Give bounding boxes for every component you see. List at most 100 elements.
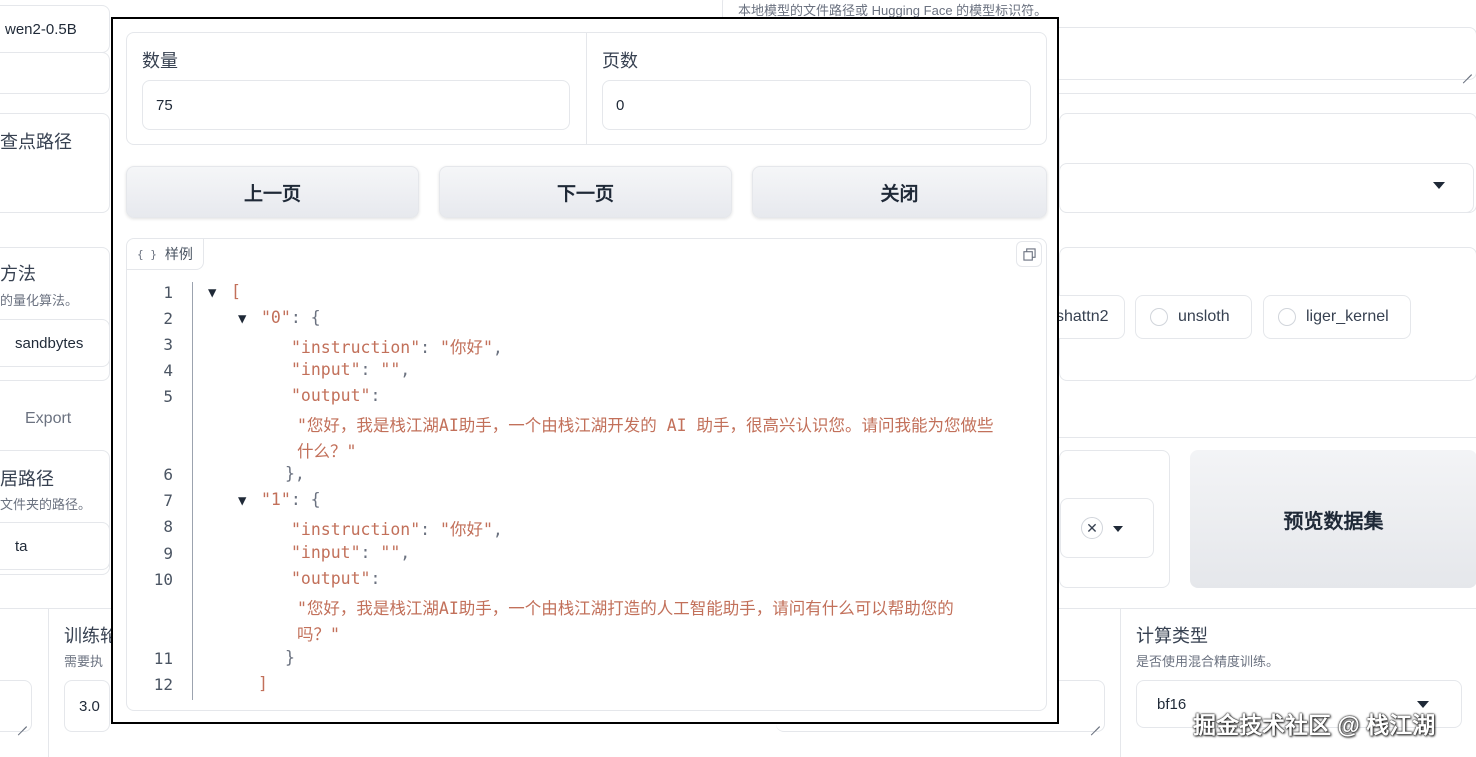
chevron-down-icon[interactable] — [1113, 526, 1123, 532]
json-line: "您好，我是栈江湖AI助手，一个由栈江湖开发的 AI 助手，很高兴认识您。请问我… — [297, 412, 994, 436]
prev-page-button[interactable]: 上一页 — [126, 166, 419, 218]
col-divider — [48, 608, 49, 757]
json-line: "input": "", — [291, 543, 410, 562]
radio-circle-icon — [1150, 308, 1168, 326]
page-value: 0 — [616, 96, 625, 114]
model-name-value: wen2-0.5B — [5, 20, 77, 38]
pagination-panel: 数量 75 页数 0 — [126, 32, 1047, 145]
tab-export[interactable]: Export — [25, 410, 71, 428]
json-token: "output" — [291, 569, 371, 588]
json-token: "instruction" — [291, 338, 421, 357]
json-token: "output" — [291, 386, 371, 405]
close-button[interactable]: 关闭 — [752, 166, 1047, 218]
line-number: 12 — [153, 675, 173, 694]
line-number: 7 — [163, 491, 173, 510]
json-line: } — [285, 648, 295, 667]
resize-handle-icon[interactable] — [1090, 717, 1100, 727]
count-cell: 数量 75 — [127, 33, 587, 144]
json-token: "0" — [261, 308, 291, 327]
json-token: , — [492, 520, 503, 539]
json-token: "你好" — [440, 338, 493, 357]
clear-icon[interactable]: ✕ — [1081, 517, 1103, 539]
braces-icon: { } — [137, 247, 157, 261]
epochs-input[interactable]: 3.0 — [64, 680, 110, 732]
json-token: ] — [258, 674, 268, 693]
json-token: , — [492, 338, 503, 357]
json-token: "input" — [291, 543, 361, 562]
json-token: "你好" — [440, 520, 493, 539]
json-line: }, — [285, 464, 305, 483]
json-token: "" — [380, 543, 401, 562]
line-number: 8 — [163, 517, 173, 536]
dataset-preview-modal: 数量 75 页数 0 上一页 下一页 关闭 { } 样例 1 ▼[2 ▼ "0": {… — [111, 17, 1059, 724]
dataset-dir-hint: 文件夹的路径。 — [0, 497, 92, 512]
copy-icon[interactable] — [1016, 241, 1042, 267]
page-label: 页数 — [602, 51, 638, 71]
json-token: : — [370, 386, 381, 405]
model-name-lower-box — [0, 52, 110, 94]
json-token: [ — [231, 282, 241, 301]
json-token: "1" — [261, 490, 291, 509]
json-line: "0": { — [261, 308, 321, 327]
dataset-dir-input[interactable]: ta — [0, 522, 110, 570]
page-number-field[interactable]: 0 — [602, 80, 1031, 130]
json-token: 什么？" — [297, 442, 357, 461]
bottom-left-textarea[interactable] — [0, 680, 32, 732]
collapse-toggle-icon[interactable]: ▼ — [238, 493, 246, 509]
json-line: [ — [231, 282, 241, 301]
quant-hint: 的量化算法。 — [0, 293, 79, 308]
json-token: : { — [290, 308, 321, 327]
checkpoint-dropdown[interactable] — [1059, 163, 1474, 213]
json-token: : — [360, 360, 381, 379]
collapse-toggle-icon[interactable]: ▼ — [208, 285, 216, 301]
json-token: , — [400, 543, 411, 562]
dataset-dir-label: 居路径 — [0, 469, 54, 489]
line-number: 5 — [163, 387, 173, 406]
quant-label: 方法 — [0, 264, 36, 284]
dataset-select[interactable]: ✕ — [1060, 498, 1154, 558]
json-token: 吗？" — [297, 625, 340, 644]
count-value: 75 — [156, 96, 173, 114]
json-line: "1": { — [261, 490, 321, 509]
page-cell: 页数 0 — [587, 33, 1046, 144]
radio-circle-icon — [1278, 308, 1296, 326]
model-name-field[interactable]: wen2-0.5B — [0, 5, 110, 53]
epochs-value: 3.0 — [79, 697, 100, 715]
json-line: ] — [258, 674, 268, 693]
json-token: "instruction" — [291, 520, 421, 539]
resize-handle-icon[interactable] — [17, 717, 27, 727]
compute-type-value: bf16 — [1157, 695, 1187, 713]
json-token: } — [285, 648, 295, 667]
epochs-label: 训练轮 — [64, 626, 118, 646]
next-page-button[interactable]: 下一页 — [439, 166, 732, 218]
line-number: 1 — [163, 283, 173, 302]
booster-radio-unsloth[interactable]: unsloth — [1135, 295, 1252, 339]
preview-dataset-button[interactable]: 预览数据集 — [1190, 450, 1476, 588]
booster-radio-liger-kernel[interactable]: liger_kernel — [1263, 295, 1411, 339]
count-field[interactable]: 75 — [142, 80, 570, 130]
quant-value: sandbytes — [15, 334, 84, 352]
line-number: 10 — [153, 570, 173, 589]
watermark: 掘金技术社区 @ 栈江湖 — [1193, 712, 1436, 738]
count-label: 数量 — [142, 51, 178, 71]
json-token: : — [420, 520, 441, 539]
json-token: }, — [285, 464, 305, 483]
collapse-toggle-icon[interactable]: ▼ — [238, 311, 246, 327]
chevron-down-icon[interactable] — [1433, 182, 1445, 189]
line-number: 6 — [163, 465, 173, 484]
json-token: "您好，我是栈江湖AI助手，一个由栈江湖开发的 AI 助手，很高兴认识您。请问我… — [297, 416, 994, 435]
json-line: 吗？" — [297, 621, 340, 645]
json-line: "instruction": "你好", — [291, 334, 503, 358]
quant-dropdown[interactable]: sandbytes — [0, 319, 110, 367]
json-token: "" — [380, 360, 401, 379]
json-line: "您好，我是栈江湖AI助手，一个由栈江湖打造的人工智能助手，请问有什么可以帮助您… — [297, 595, 954, 619]
json-token: "input" — [291, 360, 361, 379]
json-viewer: { } 样例 1 ▼[2 ▼ "0": {3 "instruction": "你好", 4… — [126, 238, 1047, 711]
dataset-dir-value: ta — [15, 537, 28, 555]
col-divider — [1120, 608, 1121, 757]
json-token: : { — [290, 490, 321, 509]
json-viewer-label: { } 样例 — [127, 239, 204, 270]
epochs-hint: 需要执 — [64, 654, 104, 669]
json-line: 什么？" — [297, 438, 356, 462]
json-token: : — [370, 569, 381, 588]
